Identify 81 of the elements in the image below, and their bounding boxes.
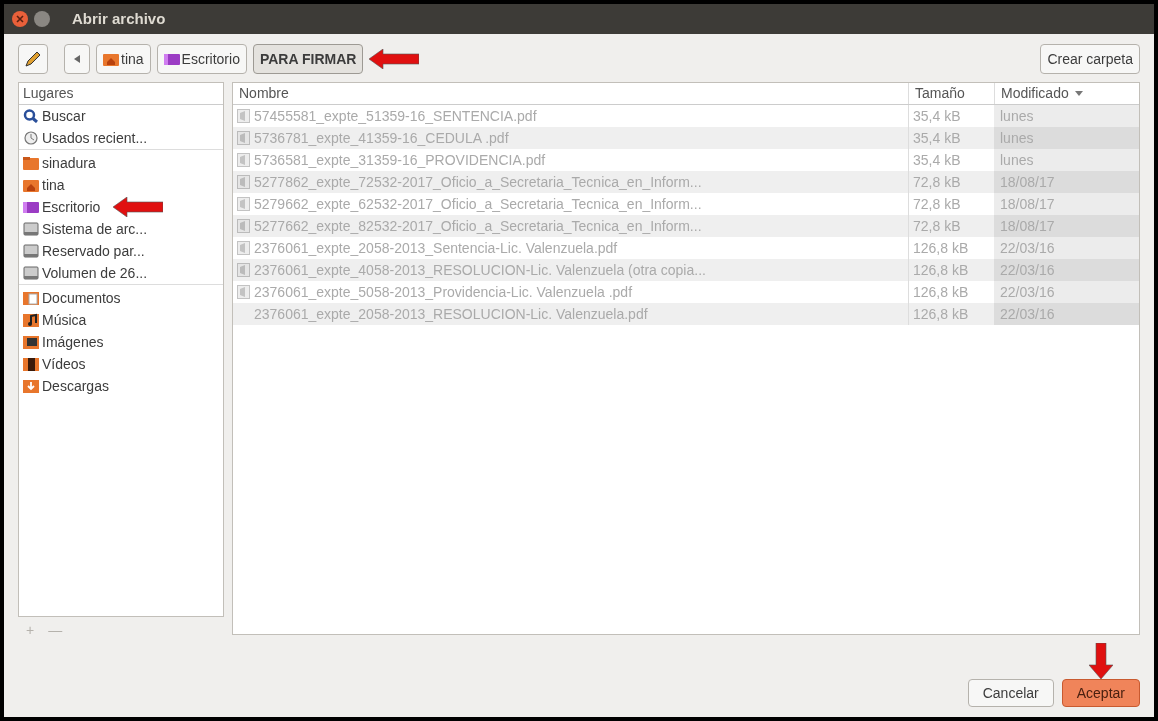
- column-header[interactable]: Nombre: [233, 83, 908, 104]
- file-name: 5277662_expte_82532-2017_Oficio_a_Secretaria_Tecnica_en_Inform...: [254, 216, 702, 236]
- desktop-icon: [163, 52, 180, 66]
- path-button[interactable]: tina: [96, 44, 151, 74]
- file-name: 5736781_expte_41359-16_CEDULA .pdf: [254, 128, 509, 148]
- create-folder-button[interactable]: Crear carpeta: [1040, 44, 1140, 74]
- place-item[interactable]: Vídeos: [19, 353, 223, 375]
- film-icon: [23, 357, 39, 371]
- file-icon: [237, 153, 250, 167]
- file-icon: [237, 131, 250, 145]
- file-size: 126,8 kB: [913, 282, 969, 302]
- drive-icon: [23, 244, 39, 258]
- accept-button[interactable]: Aceptar: [1061, 679, 1140, 707]
- file-icon: [237, 109, 250, 123]
- folder-icon: [23, 156, 39, 170]
- desktop-icon: [23, 200, 39, 214]
- file-size: 126,8 kB: [913, 238, 969, 258]
- file-size: 126,8 kB: [913, 260, 969, 280]
- file-name: 2376061_expte_2058-2013_RESOLUCION-Lic. Valenzuela.pdf: [254, 304, 648, 324]
- file-size: 72,8 kB: [913, 172, 961, 192]
- file-size: 126,8 kB: [913, 304, 969, 324]
- file-size: 35,4 kB: [913, 128, 961, 148]
- file-icon: [237, 175, 250, 189]
- column-header[interactable]: Modificado: [994, 83, 1139, 104]
- file-size: 35,4 kB: [913, 106, 961, 126]
- file-date: 18/08/17: [1000, 194, 1055, 214]
- place-item[interactable]: Usados recient...: [19, 127, 223, 149]
- music-icon: [23, 313, 39, 327]
- place-item[interactable]: Escritorio: [19, 196, 223, 218]
- path-button[interactable]: PARA FIRMAR: [252, 44, 364, 74]
- drive-icon: [23, 266, 39, 280]
- column-header[interactable]: Tamaño: [908, 83, 994, 104]
- file-icon: [237, 285, 250, 299]
- left-arrow-icon: [74, 55, 80, 63]
- file-name: 2376061_expte_5058-2013_Providencia-Lic. Valenzuela .pdf: [254, 282, 633, 302]
- close-icon: [16, 15, 24, 23]
- file-icon: [237, 197, 250, 211]
- file-date: lunes: [1000, 150, 1034, 170]
- documents-icon: [23, 291, 39, 305]
- file-size: 72,8 kB: [913, 216, 961, 236]
- home-folder-icon: [103, 52, 119, 66]
- pencil-icon: [24, 50, 42, 68]
- place-item[interactable]: Documentos: [19, 287, 223, 309]
- column-header: Lugares: [19, 83, 223, 105]
- window-title: Abrir archivo: [72, 8, 166, 29]
- file-name: 5279662_expte_62532-2017_Oficio_a_Secretaria_Tecnica_en_Inform...: [254, 194, 702, 214]
- search-icon: [23, 109, 39, 123]
- place-item[interactable]: Reservado par...: [19, 240, 223, 262]
- file-size: 35,4 kB: [913, 150, 961, 170]
- file-name: 5277862_expte_72532-2017_Oficio_a_Secretaria_Tecnica_en_Inform...: [254, 172, 702, 192]
- sort-down-icon: [1074, 91, 1083, 96]
- place-item[interactable]: Imágenes: [19, 331, 223, 353]
- downloads-icon: [23, 379, 39, 393]
- file-name: 5736581_expte_31359-16_PROVIDENCIA.pdf: [254, 150, 546, 170]
- home-folder-icon: [23, 178, 39, 192]
- file-date: lunes: [1000, 106, 1034, 126]
- file-size: 72,8 kB: [913, 194, 961, 214]
- cancel-button[interactable]: Cancelar: [967, 679, 1054, 707]
- file-icon: [237, 219, 250, 233]
- drive-icon: [23, 222, 39, 236]
- edit-location-button[interactable]: [18, 44, 48, 74]
- clock-icon: [23, 131, 39, 145]
- path-button[interactable]: Escritorio: [156, 44, 247, 74]
- file-icon: [237, 241, 250, 255]
- file-name: 57455581_expte_51359-16_SENTENCIA.pdf: [254, 106, 537, 126]
- file-date: 22/03/16: [1000, 282, 1055, 302]
- file-name: 2376061_expte_2058-2013_Sentencia-Lic. Valenzuela.pdf: [254, 238, 618, 258]
- file-date: 22/03/16: [1000, 238, 1055, 258]
- back-button[interactable]: [64, 44, 90, 74]
- place-item[interactable]: tina: [19, 174, 223, 196]
- place-item[interactable]: sinadura: [19, 152, 223, 174]
- place-item[interactable]: Sistema de arc...: [19, 218, 223, 240]
- place-item[interactable]: Buscar: [19, 105, 223, 127]
- file-name: 2376061_expte_4058-2013_RESOLUCION-Lic. Valenzuela (otra copia...: [254, 260, 706, 280]
- maximize-button[interactable]: [34, 11, 50, 27]
- place-item[interactable]: Volumen de 26...: [19, 262, 223, 284]
- place-item[interactable]: Descargas: [19, 375, 223, 397]
- file-icon: [237, 263, 250, 277]
- close-button[interactable]: [12, 11, 28, 27]
- pictures-icon: [23, 335, 39, 349]
- place-item[interactable]: Música: [19, 309, 223, 331]
